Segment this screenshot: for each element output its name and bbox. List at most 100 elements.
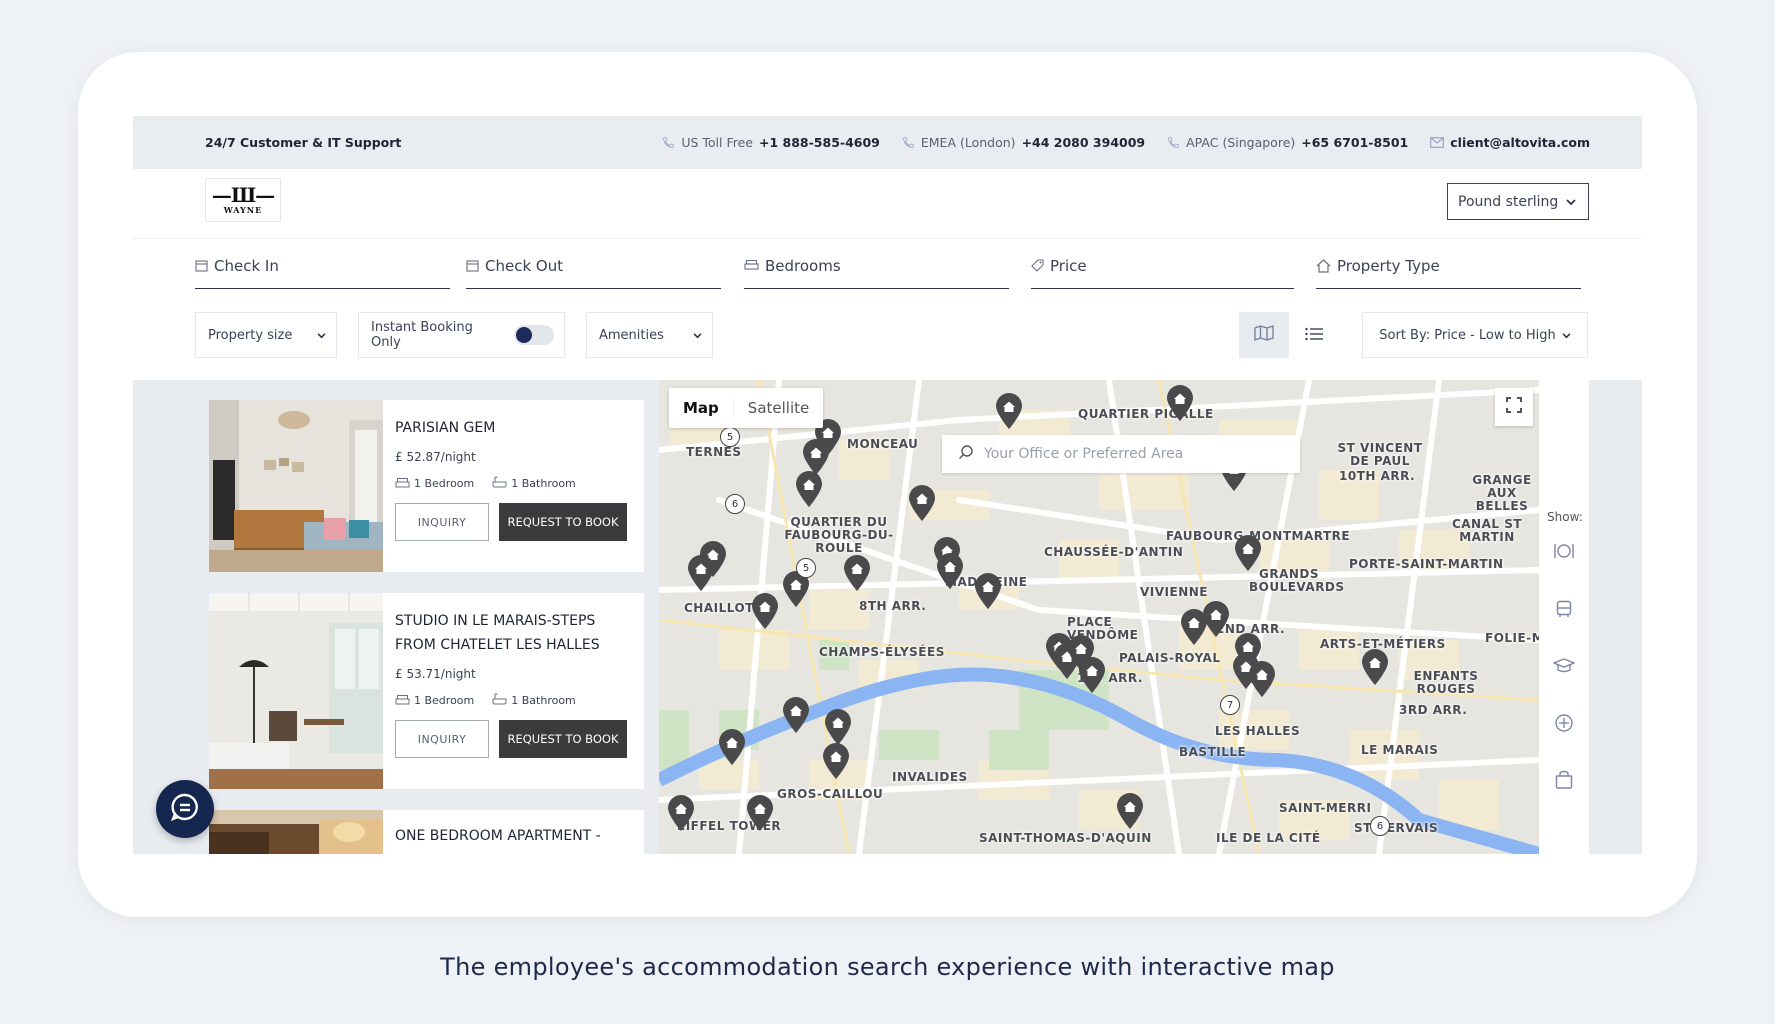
bathroom-label: 1 Bathroom	[511, 694, 576, 707]
map-search-placeholder: Your Office or Preferred Area	[984, 446, 1184, 462]
cluster-marker[interactable]: 6	[725, 494, 745, 514]
bed-icon	[395, 694, 410, 708]
request-to-book-button[interactable]: REQUEST TO BOOK	[499, 720, 627, 758]
interactive-map[interactable]: QUARTIER PIGALLE MONCEAU TERNES ST VINCE…	[659, 380, 1539, 854]
area-label: VIVIENNE	[1140, 585, 1208, 599]
listing-title[interactable]: STUDIO IN LE MARAIS-STEPS FROM CHATELET …	[395, 609, 632, 657]
fullscreen-icon	[1506, 397, 1522, 417]
check-in-field[interactable]: Check In	[195, 257, 450, 289]
logo-mark: —Ш—	[211, 183, 275, 207]
request-to-book-button[interactable]: REQUEST TO BOOK	[499, 503, 627, 541]
inquiry-button[interactable]: INQUIRY	[395, 503, 489, 541]
bedroom-label: 1 Bedroom	[414, 477, 475, 490]
property-pin[interactable]	[794, 470, 824, 508]
area-label: CHAUSSÉE-D'ANTIN	[1044, 545, 1184, 559]
listing-price: £ 52.87/night	[395, 450, 476, 464]
property-pin[interactable]	[994, 392, 1024, 430]
property-pin[interactable]	[973, 572, 1003, 610]
chat-button[interactable]	[156, 780, 214, 838]
map-search-input[interactable]: Your Office or Preferred Area	[942, 435, 1300, 473]
cluster-marker[interactable]: 5	[720, 427, 740, 447]
area-label: ST GERVAIS	[1354, 821, 1439, 835]
restaurant-filter[interactable]	[1549, 538, 1579, 568]
property-pin[interactable]	[1115, 792, 1145, 830]
area-label: BASTILLE	[1179, 745, 1247, 759]
map-type-satellite[interactable]: Satellite	[732, 399, 823, 417]
education-filter[interactable]	[1549, 653, 1579, 683]
property-size-dropdown[interactable]: Property size	[195, 312, 337, 358]
amenities-dropdown[interactable]: Amenities	[586, 312, 713, 358]
property-pin[interactable]	[823, 708, 853, 746]
bath-icon	[492, 693, 507, 708]
area-label: FOLIE-M	[1485, 631, 1539, 645]
price-label: Price	[1050, 257, 1087, 275]
listing-results[interactable]: PARISIAN GEM £ 52.87/night 1 Bedroom 1 B…	[133, 380, 659, 854]
listing-info: STUDIO IN LE MARAIS-STEPS FROM CHATELET …	[383, 593, 644, 789]
cluster-marker[interactable]: 5	[796, 558, 816, 578]
bedrooms-field[interactable]: Bedrooms	[744, 257, 1009, 289]
cluster-marker[interactable]: 7	[1220, 695, 1240, 715]
property-pin[interactable]	[1077, 656, 1107, 694]
property-pin[interactable]	[821, 742, 851, 780]
shopping-filter[interactable]	[1549, 767, 1579, 797]
property-size-label: Property size	[208, 327, 293, 343]
bath-icon	[492, 476, 507, 491]
property-pin[interactable]	[1201, 600, 1231, 638]
mail-icon	[1430, 137, 1445, 148]
property-pin[interactable]	[717, 728, 747, 766]
listing-title[interactable]: ONE BEDROOM APARTMENT -	[395, 824, 632, 848]
bed-icon	[744, 257, 759, 275]
listing-photo[interactable]	[209, 400, 383, 572]
map-type-map[interactable]: Map	[669, 399, 733, 417]
contact-emea-number: +44 2080 394009	[1021, 135, 1146, 150]
property-pin[interactable]	[1165, 384, 1195, 422]
check-out-field[interactable]: Check Out	[466, 257, 721, 289]
property-pin[interactable]	[935, 552, 965, 590]
contact-email-address: client@altovita.com	[1450, 135, 1590, 150]
property-pin[interactable]	[745, 794, 775, 832]
listing-card[interactable]: ONE BEDROOM APARTMENT -	[209, 810, 644, 854]
company-logo[interactable]: —Ш— WAYNE	[205, 178, 281, 222]
contact-email[interactable]: client@altovita.com	[1430, 135, 1590, 150]
property-pin[interactable]	[907, 484, 937, 522]
currency-select[interactable]: Pound sterling	[1447, 183, 1589, 220]
property-pin[interactable]	[781, 696, 811, 734]
cluster-marker[interactable]: 6	[1370, 816, 1390, 836]
sort-dropdown[interactable]: Sort By: Price - Low to High	[1362, 312, 1588, 358]
listing-card[interactable]: STUDIO IN LE MARAIS-STEPS FROM CHATELET …	[209, 593, 644, 789]
check-out-label: Check Out	[485, 257, 564, 275]
property-pin[interactable]	[1233, 534, 1263, 572]
area-label: 8TH ARR.	[859, 599, 927, 613]
transport-filter[interactable]	[1549, 596, 1579, 626]
list-view-button[interactable]	[1289, 312, 1339, 358]
instant-booking-toggle[interactable]	[514, 325, 554, 345]
listing-title[interactable]: PARISIAN GEM	[395, 416, 632, 440]
search-icon	[958, 444, 974, 464]
contact-apac-number: +65 6701-8501	[1301, 135, 1409, 150]
listing-info: PARISIAN GEM £ 52.87/night 1 Bedroom 1 B…	[383, 400, 644, 572]
check-in-label: Check In	[214, 257, 279, 275]
price-field[interactable]: Price	[1031, 257, 1294, 289]
contact-emea[interactable]: EMEA (London) +44 2080 394009	[902, 135, 1145, 150]
area-label: PALAIS-ROYAL	[1119, 651, 1221, 665]
property-type-label: Property Type	[1337, 257, 1440, 275]
property-pin[interactable]	[666, 794, 696, 832]
figure-caption: The employee's accommodation search expe…	[440, 953, 1335, 981]
area-label: SAINT-MERRI	[1279, 801, 1372, 815]
property-pin[interactable]	[750, 592, 780, 630]
property-pin[interactable]	[1360, 648, 1390, 686]
listing-photo[interactable]	[209, 810, 383, 854]
fullscreen-button[interactable]	[1495, 388, 1533, 426]
contact-us[interactable]: US Toll Free +1 888-585-4609	[662, 135, 880, 150]
health-filter[interactable]	[1549, 710, 1579, 740]
property-pin[interactable]	[1247, 660, 1277, 698]
listing-card[interactable]: PARISIAN GEM £ 52.87/night 1 Bedroom 1 B…	[209, 400, 644, 572]
property-type-field[interactable]: Property Type	[1316, 257, 1581, 289]
contact-apac[interactable]: APAC (Singapore) +65 6701-8501	[1167, 135, 1408, 150]
listing-photo[interactable]	[209, 593, 383, 789]
calendar-icon	[466, 257, 479, 276]
property-pin[interactable]	[842, 554, 872, 592]
inquiry-button[interactable]: INQUIRY	[395, 720, 489, 758]
property-pin[interactable]	[686, 554, 716, 592]
map-view-button[interactable]	[1239, 312, 1289, 358]
